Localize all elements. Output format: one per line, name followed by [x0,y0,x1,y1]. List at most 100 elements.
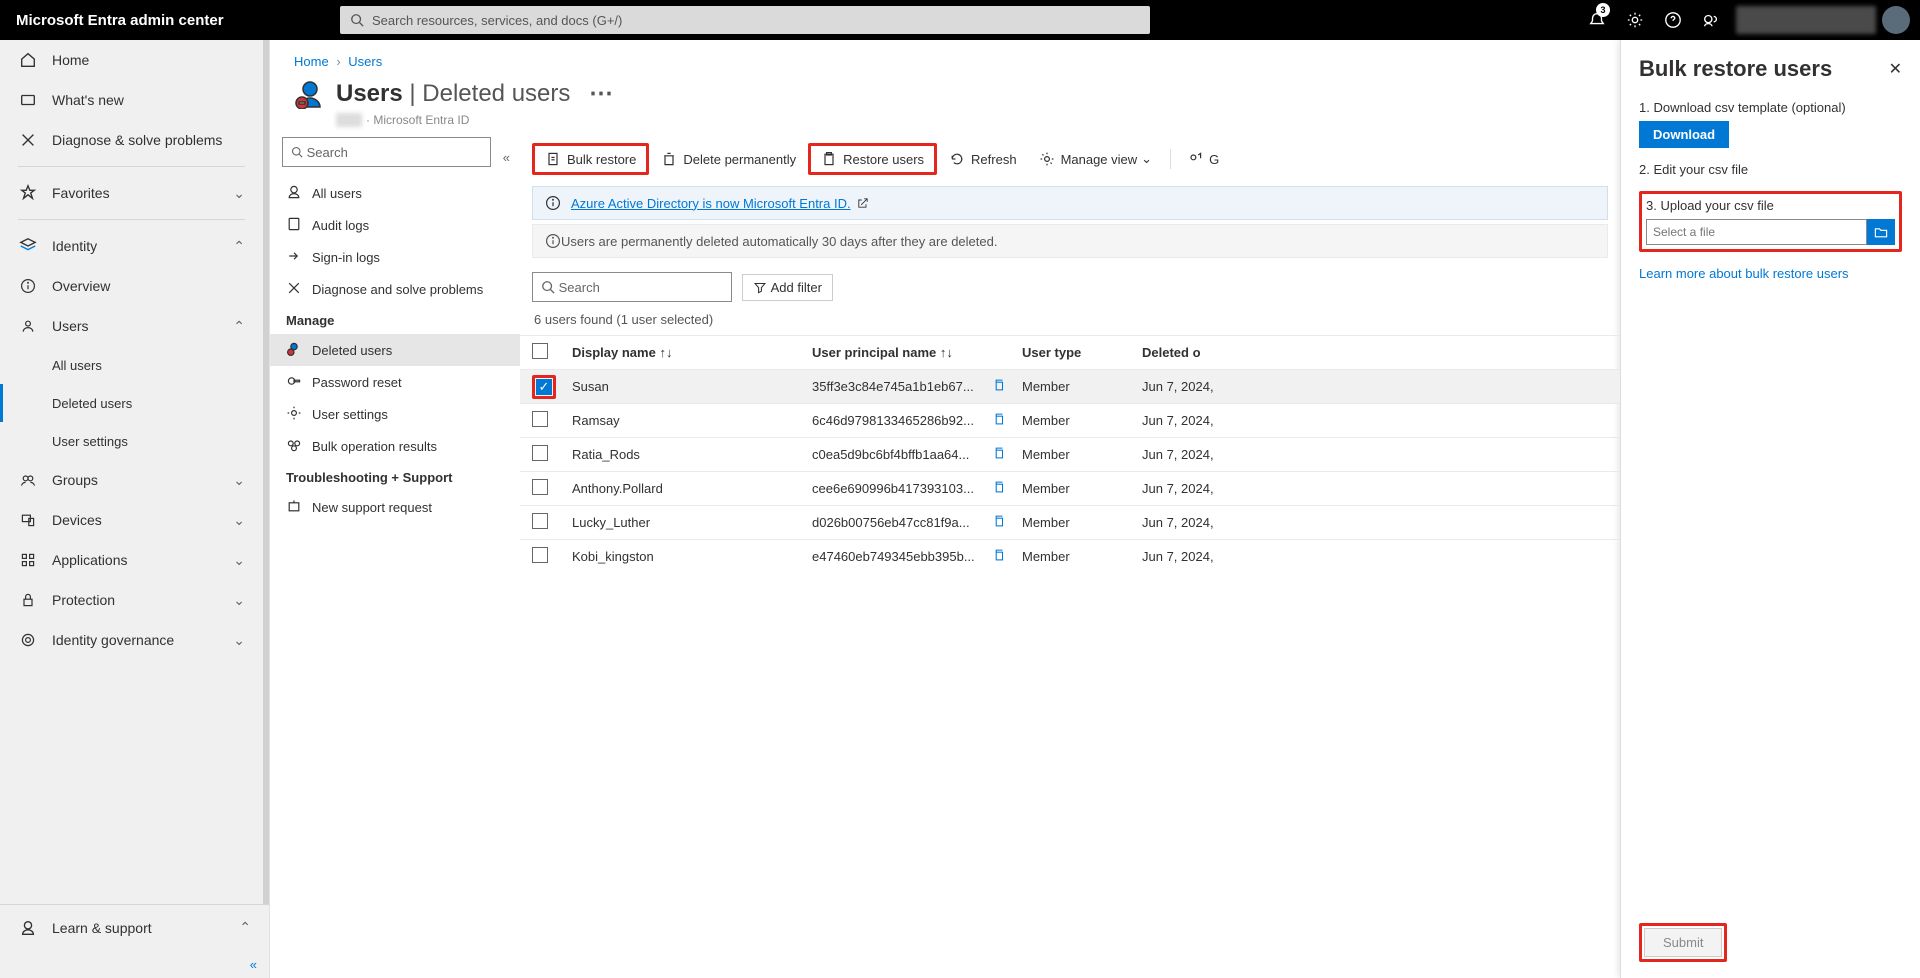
copy-upn-button[interactable] [992,446,1022,463]
nav-all-users[interactable]: All users [0,346,263,384]
cell-user-type: Member [1022,447,1142,462]
devices-icon [18,510,38,530]
external-link-icon [857,197,869,209]
breadcrumb-home[interactable]: Home [294,54,329,69]
nav-identity[interactable]: Identity ⌃ [0,226,263,266]
cell-deleted: Jun 7, 2024, [1142,481,1232,496]
row-checkbox[interactable] [532,479,548,495]
notifications-icon[interactable]: 3 [1578,0,1616,40]
nav-whatsnew[interactable]: What's new [0,80,263,120]
subnav-deleted-users[interactable]: Deleted users [270,334,520,366]
person-feedback-icon [1187,151,1203,167]
rename-link[interactable]: Azure Active Directory is now Microsoft … [571,196,851,211]
nav-home[interactable]: Home [0,40,263,80]
subnav-new-support[interactable]: New support request [270,491,520,523]
nav-learn-support[interactable]: Learn & support ⌃ [0,904,269,950]
col-user-type[interactable]: User type [1022,345,1142,360]
col-display-name[interactable]: Display name ↑↓ [572,345,812,360]
blade-collapse-button[interactable]: « [503,150,520,165]
table-row[interactable]: Ramsay6c46d9798133465286b92...MemberJun … [520,403,1620,437]
global-header: Microsoft Entra admin center Search reso… [0,0,1920,40]
delete-permanently-button[interactable]: Delete permanently [651,146,806,172]
row-checkbox[interactable] [532,547,548,563]
document-icon [545,151,561,167]
subnav-audit-logs[interactable]: Audit logs [270,209,520,241]
bulk-restore-panel: Bulk restore users ✕ 1. Download csv tem… [1620,40,1920,978]
restore-users-button[interactable]: Restore users [808,143,937,175]
table-row[interactable]: Anthony.Pollardcee6e690996b417393103...M… [520,471,1620,505]
nav-applications[interactable]: Applications ⌄ [0,540,263,580]
table-row[interactable]: ✓Susan35ff3e3c84e745a1b1eb67...MemberJun… [520,369,1620,403]
learn-more-link[interactable]: Learn more about bulk restore users [1639,266,1902,281]
settings-icon[interactable] [1616,0,1654,40]
cell-upn: d026b00756eb47cc81f9a... [812,515,992,530]
subnav-all-users[interactable]: All users [270,177,520,209]
governance-icon [18,630,38,650]
row-checkbox[interactable] [532,445,548,461]
nav-diagnose[interactable]: Diagnose & solve problems [0,120,263,160]
apps-icon [18,550,38,570]
nav-protection[interactable]: Protection ⌄ [0,580,263,620]
subnav-diagnose[interactable]: Diagnose and solve problems [270,273,520,305]
chevron-down-icon: ⌄ [233,472,245,489]
subnav-user-settings[interactable]: User settings [270,398,520,430]
sidebar-collapse-button[interactable]: « [0,950,269,978]
select-all-checkbox[interactable] [532,343,548,359]
page-avatar-icon [294,77,326,109]
copy-icon [992,446,1006,460]
copy-upn-button[interactable] [992,412,1022,429]
col-deleted[interactable]: Deleted o [1142,345,1232,360]
row-checkbox[interactable]: ✓ [536,379,552,395]
subnav-bulk-results[interactable]: Bulk operation results [270,430,520,462]
nav-user-settings[interactable]: User settings [0,422,263,460]
row-checkbox[interactable] [532,411,548,427]
nav-groups[interactable]: Groups ⌄ [0,460,263,500]
submit-button[interactable]: Submit [1644,928,1722,957]
help-icon[interactable] [1654,0,1692,40]
table-row[interactable]: Kobi_kingstone47460eb749345ebb395b...Mem… [520,539,1620,573]
support-icon [18,918,38,938]
search-icon [541,280,555,294]
table-row[interactable]: Lucky_Lutherd026b00756eb47cc81f9a...Memb… [520,505,1620,539]
nav-deleted-users[interactable]: Deleted users [0,384,263,422]
user-icon [18,316,38,336]
copy-upn-button[interactable] [992,480,1022,497]
copy-upn-button[interactable] [992,378,1022,395]
close-icon[interactable]: ✕ [1889,59,1902,79]
feedback-icon[interactable] [1692,0,1730,40]
user-avatar[interactable] [1882,6,1910,34]
row-checkbox[interactable] [532,513,548,529]
cell-upn: cee6e690996b417393103... [812,481,992,496]
chevron-up-icon: ⌃ [233,318,245,335]
subnav-password-reset[interactable]: Password reset [270,366,520,398]
file-input[interactable] [1646,219,1867,245]
subnav-signin-logs[interactable]: Sign-in logs [270,241,520,273]
page-subtitle: Microsoft Entra ID [373,113,469,127]
copy-upn-button[interactable] [992,548,1022,565]
global-search[interactable]: Search resources, services, and docs (G+… [340,6,1150,34]
chevron-down-icon: ⌄ [233,552,245,569]
search-icon [350,13,364,27]
refresh-button[interactable]: Refresh [939,146,1027,172]
step-1: 1. Download csv template (optional) Down… [1639,100,1902,148]
nav-identity-governance[interactable]: Identity governance ⌄ [0,620,263,660]
manage-view-button[interactable]: Manage view ⌄ [1029,146,1163,172]
more-icon[interactable]: ⋯ [589,80,613,107]
more-button[interactable]: G [1177,146,1229,172]
copy-icon [992,514,1006,528]
table-search[interactable]: Search [532,272,732,302]
download-button[interactable]: Download [1639,121,1729,148]
nav-overview[interactable]: Overview [0,266,263,306]
col-upn[interactable]: User principal name ↑↓ [812,345,992,360]
table-row[interactable]: Ratia_Rodsc0ea5d9bc6bf4bffb1aa64...Membe… [520,437,1620,471]
browse-button[interactable] [1867,219,1895,245]
nav-favorites[interactable]: Favorites ⌄ [0,173,263,213]
add-filter-button[interactable]: Add filter [742,274,833,301]
blade-search[interactable]: Search [282,137,491,167]
bulk-restore-button[interactable]: Bulk restore [532,143,649,175]
nav-devices[interactable]: Devices ⌄ [0,500,263,540]
rename-banner: Azure Active Directory is now Microsoft … [532,186,1608,220]
copy-upn-button[interactable] [992,514,1022,531]
nav-users[interactable]: Users ⌃ [0,306,263,346]
breadcrumb-users[interactable]: Users [348,54,382,69]
